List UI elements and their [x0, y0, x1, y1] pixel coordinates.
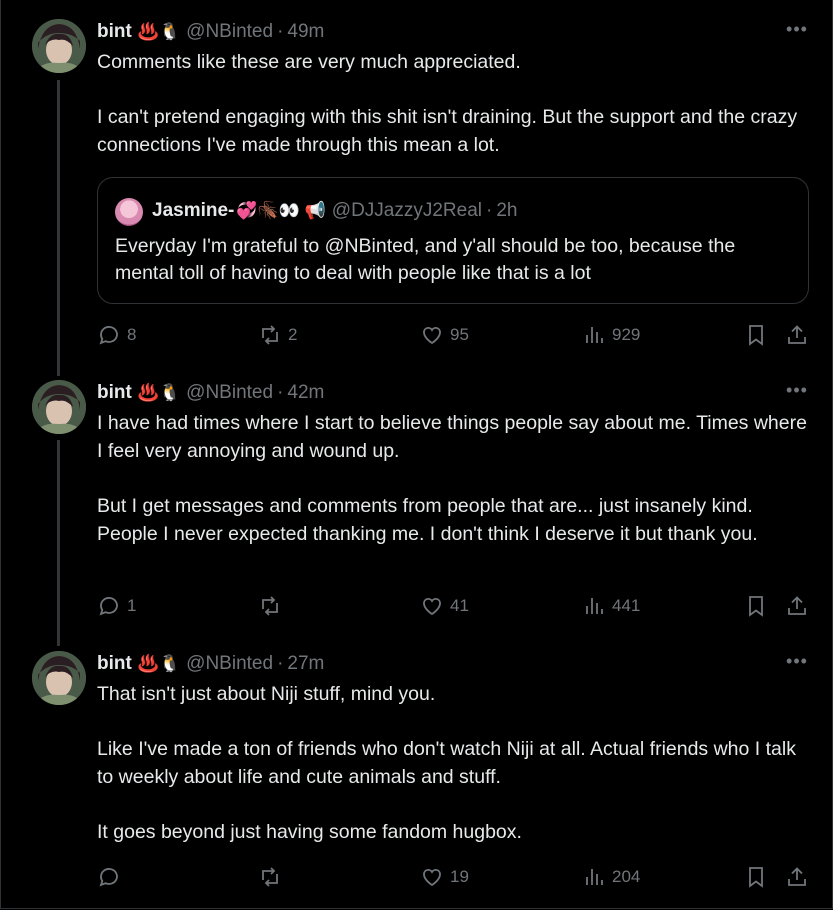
quoted-header: Jasmine- 💞🪳👀 📢 @DJJazzyJ2Real · 2h	[152, 198, 517, 224]
display-name[interactable]: bint	[97, 21, 132, 43]
share-button[interactable]	[785, 591, 809, 621]
more-icon[interactable]: •••	[786, 652, 808, 676]
views-button[interactable]: 441	[582, 591, 640, 621]
share-icon	[788, 596, 806, 615]
tweet-paragraph: It goes beyond just having some fandom h…	[97, 821, 522, 843]
share-button[interactable]	[785, 862, 809, 892]
tweet-text: Comments like these are very much apprec…	[97, 48, 817, 159]
views-icon	[586, 327, 603, 343]
bookmark-button[interactable]	[744, 862, 768, 892]
views-button[interactable]: 929	[582, 320, 640, 350]
avatar[interactable]	[32, 651, 86, 705]
separator-dot: ·	[277, 653, 284, 674]
reply-count: 1	[127, 596, 137, 615]
timestamp[interactable]: 27m	[287, 653, 324, 675]
tweet-paragraph: I have had times where I start to believ…	[97, 412, 807, 462]
more-icon[interactable]: •••	[786, 381, 808, 405]
share-button[interactable]	[785, 320, 809, 350]
user-handle[interactable]: @NBinted	[186, 21, 273, 43]
repost-icon	[262, 596, 278, 616]
tweet-header: bint ♨️🐧 @NBinted · 27m	[97, 652, 324, 676]
tweet-text: That isn't just about Niji stuff, mind y…	[97, 680, 817, 846]
like-button[interactable]: 95	[420, 320, 469, 350]
repost-icon	[262, 867, 278, 887]
bookmark-button[interactable]	[744, 591, 768, 621]
tweet[interactable]: bint ♨️🐧 @NBinted · 49m ••• Comments lik…	[0, 0, 833, 370]
like-button[interactable]: 19	[420, 862, 469, 892]
user-handle[interactable]: @NBinted	[186, 653, 273, 675]
separator-dot: ·	[277, 21, 284, 42]
bookmark-icon	[749, 867, 763, 888]
reply-button[interactable]: 1	[97, 591, 136, 621]
bookmark-icon	[749, 596, 763, 617]
display-name[interactable]: bint	[97, 382, 132, 404]
repost-button[interactable]	[258, 591, 288, 621]
action-bar: 8 2 95 929	[0, 320, 833, 350]
repost-icon	[262, 325, 278, 345]
repost-button[interactable]	[258, 862, 288, 892]
views-count: 204	[612, 867, 641, 886]
views-button[interactable]: 204	[582, 862, 640, 892]
reply-icon	[99, 326, 118, 345]
quoted-display-name: Jasmine-	[152, 200, 235, 221]
separator-dot: ·	[277, 382, 284, 403]
tweet-paragraph: Comments like these are very much apprec…	[97, 51, 521, 73]
action-bar: 19 204	[0, 862, 833, 892]
tweet-paragraph: Like I've made a ton of friends who don'…	[97, 738, 796, 788]
share-icon	[788, 325, 806, 344]
quoted-timestamp: 2h	[496, 200, 518, 221]
quoted-handle: @DJJazzyJ2Real	[331, 200, 482, 221]
tweet-header: bint ♨️🐧 @NBinted · 42m	[97, 381, 324, 405]
like-count: 19	[450, 867, 469, 886]
tweet-header: bint ♨️🐧 @NBinted · 49m	[97, 20, 324, 44]
name-emoji: ♨️🐧	[137, 22, 181, 41]
tweet[interactable]: bint ♨️🐧 @NBinted · 27m ••• That isn't j…	[0, 640, 833, 908]
user-handle[interactable]: @NBinted	[186, 382, 273, 404]
heart-icon	[423, 597, 441, 616]
repost-button[interactable]: 2	[258, 320, 297, 350]
views-count: 441	[612, 596, 641, 615]
quoted-tweet[interactable]: Jasmine- 💞🪳👀 📢 @DJJazzyJ2Real · 2h Every…	[97, 177, 809, 304]
name-emoji: ♨️🐧	[137, 383, 181, 402]
reply-count: 8	[127, 325, 137, 344]
action-bar: 1 41 441	[0, 591, 833, 621]
like-count: 95	[450, 325, 469, 344]
quoted-name-emoji: 💞🪳👀 📢	[236, 201, 326, 220]
heart-icon	[423, 868, 441, 887]
separator-dot: ·	[486, 200, 493, 221]
tweet-paragraph: That isn't just about Niji stuff, mind y…	[97, 683, 436, 705]
heart-icon	[423, 326, 441, 345]
avatar[interactable]	[32, 19, 86, 73]
reply-button[interactable]	[97, 862, 127, 892]
tweet-text: I have had times where I start to believ…	[97, 409, 817, 548]
avatar[interactable]	[32, 380, 86, 434]
tweet[interactable]: bint ♨️🐧 @NBinted · 42m ••• I have had t…	[0, 370, 833, 640]
bookmark-icon	[749, 325, 763, 346]
timestamp[interactable]: 42m	[287, 382, 324, 404]
tweet-paragraph: I can't pretend engaging with this shit …	[97, 106, 798, 156]
repost-count: 2	[288, 325, 298, 344]
timestamp[interactable]: 49m	[287, 21, 324, 43]
reply-button[interactable]: 8	[97, 320, 136, 350]
like-button[interactable]: 41	[420, 591, 469, 621]
reply-icon	[99, 597, 118, 616]
quoted-avatar[interactable]	[115, 198, 143, 226]
views-icon	[586, 598, 603, 614]
display-name[interactable]: bint	[97, 653, 132, 675]
views-count: 929	[612, 325, 641, 344]
share-icon	[788, 867, 806, 886]
reply-icon	[99, 868, 118, 887]
quoted-text: Everyday I'm grateful to @NBinted, and y…	[115, 235, 736, 284]
like-count: 41	[450, 596, 469, 615]
name-emoji: ♨️🐧	[137, 654, 181, 673]
views-icon	[586, 869, 603, 885]
bookmark-button[interactable]	[744, 320, 768, 350]
more-icon[interactable]: •••	[786, 20, 808, 44]
tweet-paragraph: But I get messages and comments from peo…	[97, 495, 758, 545]
